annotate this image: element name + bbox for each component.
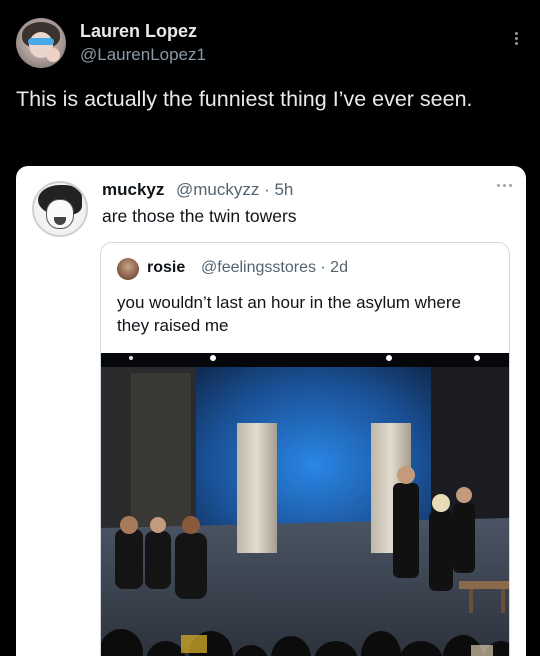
stage-photo[interactable]: [101, 353, 509, 656]
outer-tweet-header: Lauren Lopez @LaurenLopez1: [16, 16, 524, 72]
more-horizontal-icon[interactable]: [497, 184, 512, 187]
inner-meta: @feelingsstores · 2d: [201, 259, 348, 276]
more-vertical-icon[interactable]: [508, 30, 524, 50]
quoted-avatar[interactable]: [32, 181, 88, 237]
avatar[interactable]: [16, 18, 66, 68]
inner-avatar[interactable]: [117, 258, 139, 280]
inner-quoted-card[interactable]: rosie @feelingsstores · 2d you wouldn’t …: [100, 242, 510, 656]
inner-tweet-text: you wouldn’t last an hour in the asylum …: [117, 293, 461, 335]
inner-author-name[interactable]: rosie: [147, 259, 185, 277]
author-handle[interactable]: @LaurenLopez1: [80, 45, 206, 65]
stage-photo-illustration: [101, 353, 509, 656]
quoted-tweet-text: are those the twin towers: [102, 206, 297, 226]
actors-left: [115, 516, 207, 599]
quoted-tweet-card[interactable]: muckyz @muckyzz · 5h are those the twin …: [16, 166, 526, 656]
quoted-meta: @muckyzz · 5h: [176, 180, 294, 199]
bench: [459, 581, 509, 589]
author-name[interactable]: Lauren Lopez: [80, 21, 197, 42]
tweet-text: This is actually the funniest thing I’ve…: [16, 87, 473, 111]
quoted-author-name[interactable]: muckyz: [102, 180, 164, 200]
left-pillar: [237, 423, 277, 553]
